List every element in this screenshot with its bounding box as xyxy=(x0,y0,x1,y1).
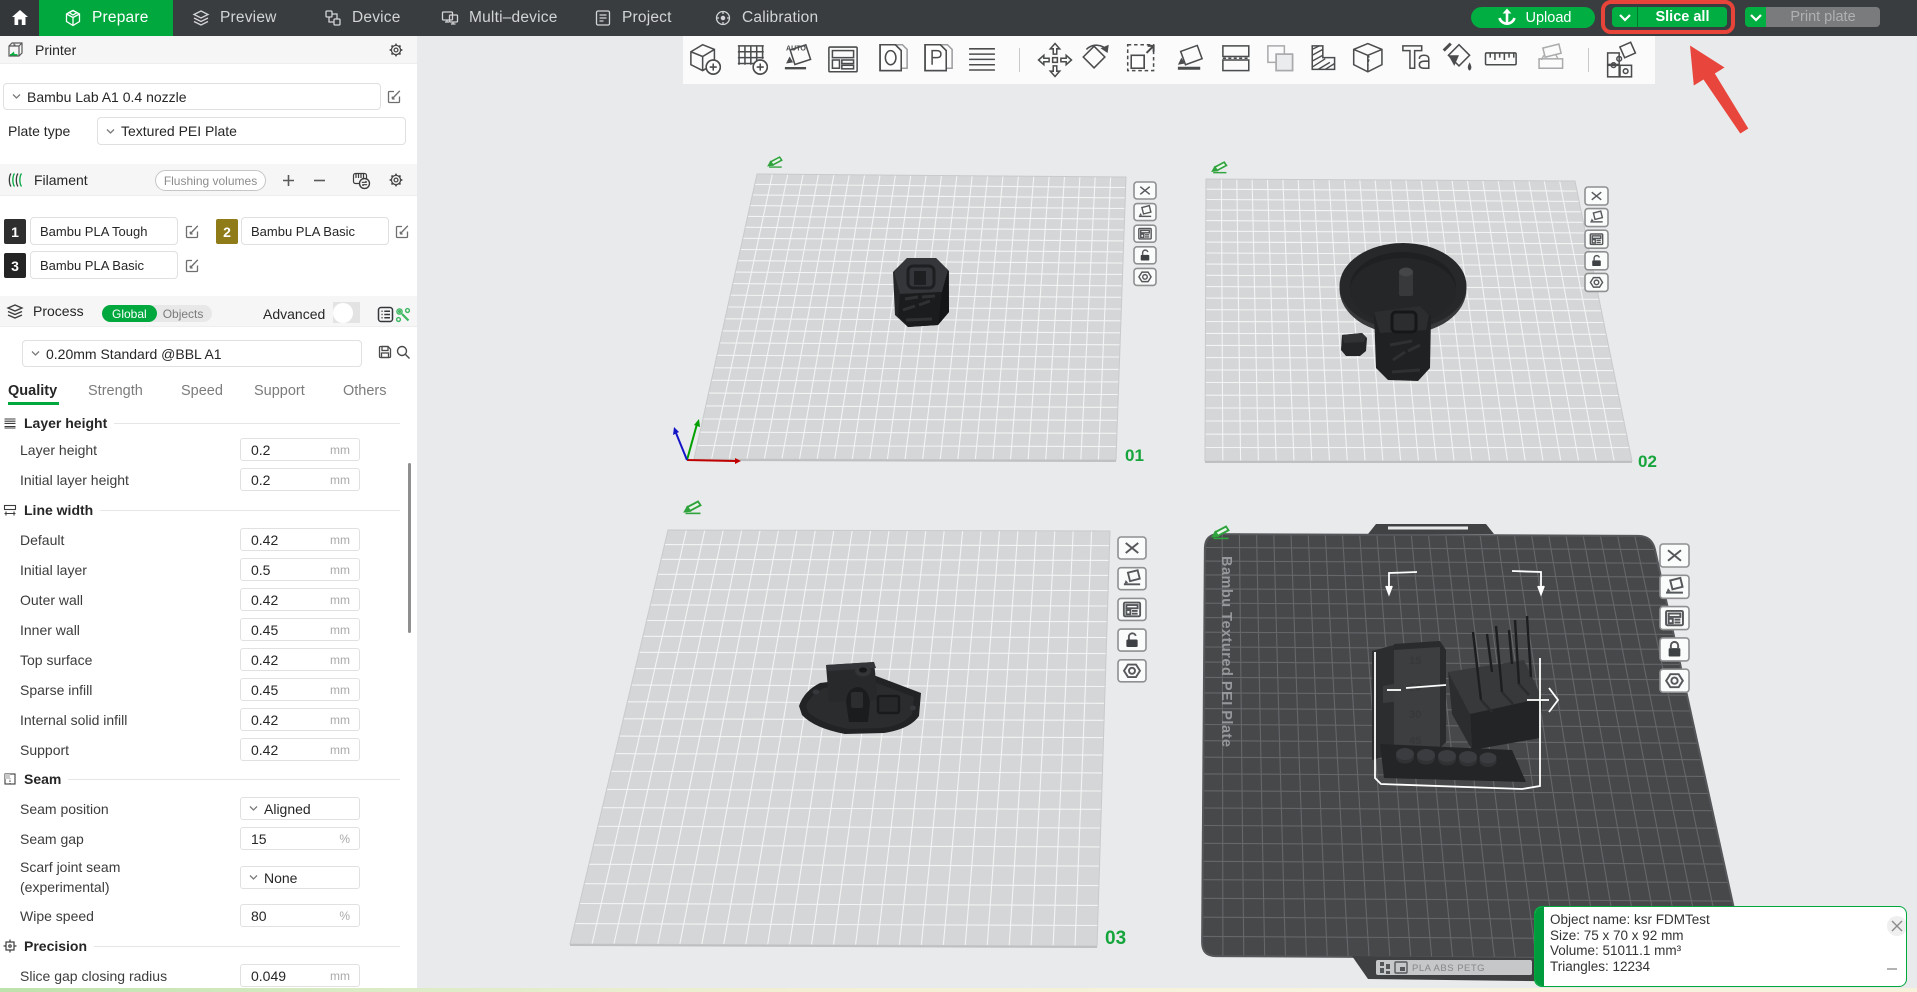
svg-text:02: 02 xyxy=(1638,452,1657,471)
svg-text:Bambu Textured PEI Plate: Bambu Textured PEI Plate xyxy=(1218,556,1234,747)
svg-text:15: 15 xyxy=(1409,655,1421,667)
svg-text:AUTO: AUTO xyxy=(786,46,806,53)
svg-text:30: 30 xyxy=(1409,709,1421,721)
svg-text:PLA ABS PETG: PLA ABS PETG xyxy=(1412,963,1485,974)
svg-text:45: 45 xyxy=(1409,735,1421,747)
svg-text:01: 01 xyxy=(1125,446,1144,465)
svg-text:03: 03 xyxy=(1105,928,1126,949)
